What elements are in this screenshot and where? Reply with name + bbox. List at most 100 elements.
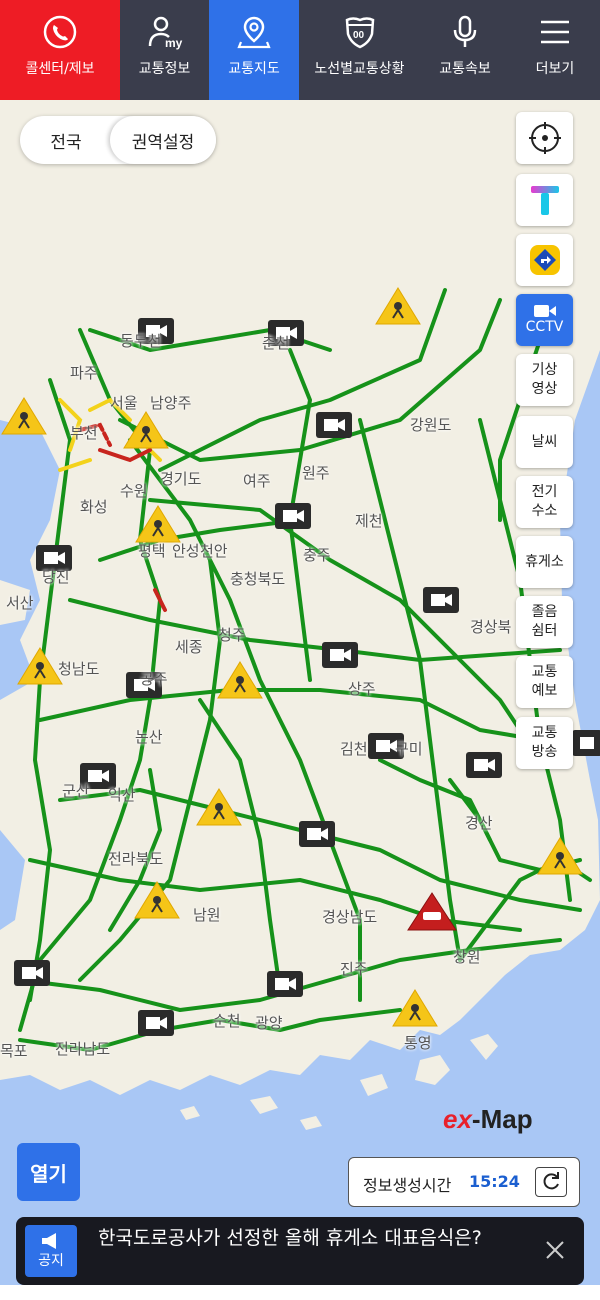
cctv-camera-icon[interactable] bbox=[267, 971, 303, 997]
traffic-forecast-label-2: 예보 bbox=[531, 683, 558, 699]
notice-badge: 공지 bbox=[25, 1225, 77, 1277]
traffic-map-tab[interactable]: 교통지도 bbox=[209, 0, 299, 100]
traffic-broadcast-button[interactable]: 교통 방송 bbox=[516, 717, 573, 769]
map-label: 청남도 bbox=[58, 660, 100, 678]
map-label: 논산 bbox=[135, 728, 163, 746]
cctv-camera-icon[interactable] bbox=[275, 503, 311, 529]
open-button[interactable]: 열기 bbox=[17, 1143, 80, 1201]
microphone-icon bbox=[453, 15, 477, 47]
weather-video-label-1: 기상 bbox=[531, 362, 558, 378]
map-label: 김천 bbox=[340, 740, 368, 758]
ex-map-logo: ex-Map bbox=[443, 1104, 533, 1135]
drowsy-shelter-label-2: 쉼터 bbox=[531, 623, 558, 639]
route-arrow-icon bbox=[529, 245, 560, 275]
rest-area-label: 휴게소 bbox=[525, 553, 564, 570]
map-label: 전라남도 bbox=[55, 1040, 111, 1058]
more-label: 더보기 bbox=[535, 61, 575, 77]
cctv-camera-icon[interactable] bbox=[14, 960, 50, 986]
map-label: 원주 bbox=[302, 464, 330, 482]
close-icon[interactable] bbox=[544, 1239, 566, 1261]
map-label: 천안 bbox=[200, 542, 228, 560]
svg-text:00: 00 bbox=[353, 30, 365, 41]
map-label: 순천 bbox=[213, 1012, 241, 1030]
more-menu-button[interactable]: 더보기 bbox=[510, 0, 600, 100]
traffic-map-label: 교통지도 bbox=[228, 61, 280, 77]
highway-shield-icon: 00 bbox=[345, 17, 374, 49]
notice-badge-label: 공지 bbox=[38, 1253, 64, 1269]
traffic-forecast-label-1: 교통 bbox=[531, 664, 558, 680]
map-label: 강원도 bbox=[410, 416, 452, 434]
map-label: 전라북도 bbox=[108, 850, 164, 868]
call-center-button[interactable]: 콜센터/제보 bbox=[0, 0, 120, 100]
region-toggle: 전국 권역설정 bbox=[20, 116, 216, 164]
map-label: 제천 bbox=[355, 512, 383, 530]
map-label: 남양주 bbox=[150, 394, 192, 412]
traffic-forecast-button[interactable]: 교통 예보 bbox=[516, 656, 573, 708]
map-label: 남원 bbox=[193, 906, 221, 924]
cctv-toggle-button[interactable]: CCTV bbox=[516, 294, 573, 346]
route-status-tab[interactable]: 00 노선별교통상황 bbox=[299, 0, 420, 100]
nationwide-button[interactable]: 전국 bbox=[20, 116, 112, 164]
traffic-news-label: 교통속보 bbox=[439, 61, 491, 77]
traffic-info-tab[interactable]: my 교통정보 bbox=[120, 0, 209, 100]
map-label: 익산 bbox=[108, 786, 136, 804]
ev-hydrogen-label-2: 수소 bbox=[531, 503, 558, 519]
ev-hydrogen-button[interactable]: 전기 수소 bbox=[516, 476, 573, 528]
cctv-camera-icon[interactable] bbox=[138, 1010, 174, 1036]
map-label: 평택 bbox=[138, 542, 166, 560]
weather-label: 날씨 bbox=[531, 433, 558, 450]
map-label: 세종 bbox=[175, 638, 203, 656]
rest-area-button[interactable]: 휴게소 bbox=[516, 536, 573, 588]
call-center-label: 콜센터/제보 bbox=[25, 61, 95, 77]
logo-ex: ex bbox=[443, 1104, 472, 1134]
my-location-button[interactable] bbox=[516, 112, 573, 164]
info-time-box: 정보생성시간 15:24 bbox=[348, 1157, 580, 1207]
weather-video-button[interactable]: 기상 영상 bbox=[516, 354, 573, 406]
tmap-button[interactable] bbox=[516, 174, 573, 226]
route-status-label: 노선별교통상황 bbox=[314, 61, 405, 77]
map-label: 상주 bbox=[348, 680, 376, 698]
drowsy-shelter-label-1: 졸음 bbox=[531, 604, 558, 620]
traffic-map[interactable]: 동두천 파주 서울 남양주 춘천 강원도 원주 부천 경기도 여주 화성 수원 … bbox=[0, 100, 600, 1215]
traffic-news-tab[interactable]: 교통속보 bbox=[420, 0, 510, 100]
location-target-icon bbox=[528, 122, 561, 154]
map-label: 춘천 bbox=[262, 334, 290, 352]
notice-banner[interactable]: 공지 한국도로공사가 선정한 올해 휴게소 대표음식은? bbox=[16, 1217, 584, 1285]
navigation-app-button[interactable] bbox=[516, 234, 573, 286]
refresh-button[interactable] bbox=[535, 1167, 567, 1197]
info-time-label: 정보생성시간 bbox=[363, 1176, 452, 1195]
map-label: 군산 bbox=[62, 782, 90, 800]
tmap-logo-icon bbox=[530, 186, 559, 215]
region-setting-button[interactable]: 권역설정 bbox=[110, 116, 216, 164]
map-label: 여주 bbox=[243, 472, 271, 490]
bottom-spacer bbox=[0, 1285, 600, 1300]
map-label: 당진 bbox=[42, 568, 70, 586]
weather-button[interactable]: 날씨 bbox=[516, 416, 573, 468]
cctv-camera-icon[interactable] bbox=[322, 642, 358, 668]
map-label: 진주 bbox=[340, 960, 368, 978]
map-label: 충청북도 bbox=[230, 570, 286, 588]
map-label: 경상북 bbox=[470, 618, 512, 636]
cctv-camera-icon[interactable] bbox=[299, 821, 335, 847]
map-label: 화성 bbox=[80, 498, 108, 516]
notice-text[interactable]: 한국도로공사가 선정한 올해 휴게소 대표음식은? bbox=[98, 1226, 518, 1251]
cctv-camera-icon[interactable] bbox=[423, 587, 459, 613]
cctv-camera-icon[interactable] bbox=[572, 730, 600, 756]
map-label: 안성 bbox=[172, 542, 200, 560]
map-label: 충주 bbox=[303, 546, 331, 564]
weather-video-label-2: 영상 bbox=[531, 381, 558, 397]
ev-hydrogen-label-1: 전기 bbox=[531, 484, 558, 500]
drowsy-shelter-button[interactable]: 졸음 쉼터 bbox=[516, 596, 573, 648]
cctv-label: CCTV bbox=[525, 318, 564, 335]
map-label: 통영 bbox=[404, 1034, 432, 1052]
map-label: 서산 bbox=[6, 594, 34, 612]
cctv-camera-icon[interactable] bbox=[466, 752, 502, 778]
traffic-info-label: 교통정보 bbox=[138, 61, 191, 77]
map-label: 공주 bbox=[140, 670, 168, 688]
traffic-broadcast-label-2: 방송 bbox=[531, 744, 558, 760]
map-pin-icon bbox=[237, 16, 271, 49]
map-label: 경산 bbox=[465, 814, 493, 832]
info-time-value: 15:24 bbox=[469, 1172, 520, 1191]
cctv-camera-icon[interactable] bbox=[316, 412, 352, 438]
refresh-icon bbox=[543, 1172, 559, 1190]
